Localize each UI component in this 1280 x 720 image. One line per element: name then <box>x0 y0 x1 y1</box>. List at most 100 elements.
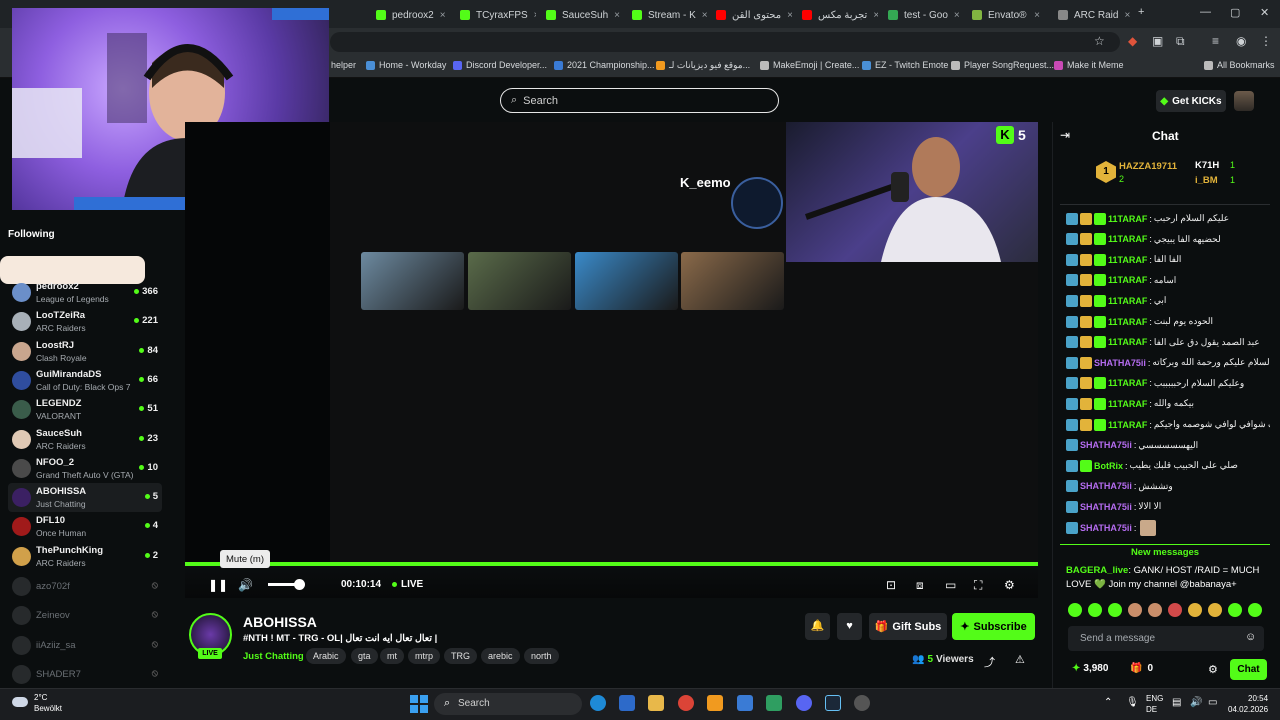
windows-start-icon[interactable] <box>410 695 428 713</box>
sidebar-channel-item[interactable]: LoostRJ Clash Royale 84 <box>8 337 162 366</box>
app-icon[interactable] <box>854 695 870 711</box>
sidebar-channel-item[interactable]: LEGENDZ VALORANT 51 <box>8 395 162 424</box>
close-tab-icon[interactable]: × <box>1124 10 1130 21</box>
get-kicks-button[interactable]: ◆ Get KICKs <box>1156 90 1226 112</box>
chat-input[interactable]: Send a message <box>1068 626 1264 651</box>
bookmark-item[interactable]: Home - Workday <box>366 60 446 70</box>
new-messages-divider[interactable]: New messages <box>1060 544 1270 558</box>
outlook-icon[interactable] <box>619 695 635 711</box>
chrome-icon[interactable] <box>678 695 694 711</box>
minimize-icon[interactable]: — <box>1200 6 1211 18</box>
report-icon[interactable]: ⚠ <box>1015 653 1025 666</box>
app-icon[interactable] <box>737 695 753 711</box>
browser-tab[interactable]: Stream - K × <box>624 4 708 26</box>
search-input[interactable]: ⌕ Search <box>500 88 779 113</box>
star-icon[interactable]: ☆ <box>1094 34 1105 48</box>
close-tab-icon[interactable]: × <box>1034 10 1040 21</box>
clock[interactable]: 20:54 04.02.2026 <box>1228 693 1268 715</box>
sidebar-channel-item[interactable]: DFL10 Once Human 4 <box>8 512 162 541</box>
close-tab-icon[interactable]: × <box>614 10 620 21</box>
sidebar-channel-item-offline[interactable]: SHADER7 ⦸ <box>8 660 162 689</box>
chat-username[interactable]: 11TARAF <box>1108 296 1147 306</box>
extension-icon[interactable]: ▣ <box>1152 34 1163 48</box>
close-tab-icon[interactable]: × <box>787 10 792 21</box>
browser-tab[interactable]: test - Goo × <box>880 4 964 26</box>
new-tab-button[interactable]: + <box>1138 6 1144 18</box>
battery-icon[interactable]: ▭ <box>1208 697 1217 708</box>
browser-tab[interactable]: ARC Raid × <box>1050 4 1134 26</box>
chat-username[interactable]: 11TARAF <box>1108 337 1147 347</box>
discord-icon[interactable] <box>796 695 812 711</box>
volume-icon[interactable]: 🔊 <box>1190 697 1202 708</box>
chat-username[interactable]: SHATHA75ii <box>1080 502 1132 512</box>
bookmark-item[interactable]: Player SongRequest... <box>951 60 1054 70</box>
taskbar-search[interactable]: Search <box>434 693 582 715</box>
fullscreen-icon[interactable]: ⛶ <box>974 578 982 593</box>
network-icon[interactable]: ▤ <box>1172 697 1181 708</box>
chat-username[interactable]: 11TARAF <box>1108 399 1147 409</box>
emote-icon[interactable] <box>1228 603 1242 617</box>
chat-username[interactable]: BotRix <box>1094 461 1123 471</box>
steam-icon[interactable] <box>825 695 841 711</box>
sidebar-channel-item[interactable]: GuiMirandaDS Call of Duty: Black Ops 7 66 <box>8 366 162 395</box>
chat-username[interactable]: SHATHA75ii <box>1080 481 1132 491</box>
sidebar-channel-item-offline[interactable]: iiAziiz_sa ⦸ <box>8 631 162 660</box>
leaderboard-user[interactable]: HAZZA19711 <box>1119 161 1177 172</box>
clip-icon[interactable]: ⊡ <box>886 578 896 592</box>
emoji-icon[interactable]: ☺ <box>1245 631 1256 643</box>
emote-icon[interactable] <box>1188 603 1202 617</box>
chat-username[interactable]: SHATHA75ii <box>1080 440 1132 450</box>
stream-tag[interactable]: gta <box>351 648 378 664</box>
close-tab-icon[interactable]: × <box>440 10 446 21</box>
leaderboard-user[interactable]: i_BM <box>1195 175 1218 186</box>
media-icon[interactable]: ≡ <box>1212 34 1219 48</box>
app-icon[interactable] <box>707 695 723 711</box>
chat-username[interactable]: SHATHA75ii <box>1094 358 1146 368</box>
bookmark-item[interactable]: 2021 Championship... <box>554 60 655 70</box>
sidebar-channel-item[interactable]: LooTZeiRa ARC Raiders 221 <box>8 307 162 336</box>
browser-tab[interactable]: محتوى القن × <box>708 4 792 26</box>
close-tab-icon[interactable]: × <box>954 10 960 21</box>
collapse-chat-icon[interactable]: ⇥ <box>1060 128 1070 142</box>
follow-heart-button[interactable]: ♥ <box>837 613 862 640</box>
emote-icon[interactable] <box>1168 603 1182 617</box>
emote-icon[interactable] <box>1068 603 1082 617</box>
bookmark-item[interactable]: helper <box>331 60 356 70</box>
chat-username[interactable]: 11TARAF <box>1108 420 1147 430</box>
sidebar-channel-item[interactable]: SauceSuh ARC Raiders 23 <box>8 425 162 454</box>
menu-kebab-icon[interactable]: ⋮ <box>1260 34 1272 48</box>
stream-tag[interactable]: TRG <box>444 648 477 664</box>
chat-settings-icon[interactable]: ⚙ <box>1208 663 1218 676</box>
sidebar-channel-item[interactable]: ABOHISSA Just Chatting 5 <box>8 483 162 513</box>
extension-icon[interactable]: ◆ <box>1128 34 1137 48</box>
app-icon[interactable] <box>766 695 782 711</box>
stream-tag[interactable]: north <box>524 648 559 664</box>
close-tab-icon[interactable]: × <box>702 10 708 21</box>
bookmark-item[interactable]: موقع فيو ديزيانات لـ... <box>656 60 750 71</box>
chat-username[interactable]: 11TARAF <box>1108 317 1147 327</box>
tray-chevron-icon[interactable]: ⌃ <box>1104 697 1112 708</box>
folder-icon[interactable] <box>648 695 664 711</box>
bookmark-item[interactable]: EZ - Twitch Emote <box>862 60 948 70</box>
sidebar-channel-item-offline[interactable]: Zeineov ⦸ <box>8 601 162 630</box>
chat-username[interactable]: 11TARAF <box>1108 214 1147 224</box>
browser-tab[interactable]: pedroox2 × <box>368 4 452 26</box>
chat-username[interactable]: 11TARAF <box>1108 255 1147 265</box>
sidebar-channel-item[interactable]: ThePunchKing ARC Raiders 2 <box>8 542 162 571</box>
mic-icon[interactable]: 🎙 <box>1126 697 1139 708</box>
gift-subs-button[interactable]: 🎁 Gift Subs <box>869 613 947 640</box>
browser-tab[interactable]: TCyraxFPS × <box>452 4 536 26</box>
bookmark-item[interactable]: MakeEmoji | Create... <box>760 60 859 70</box>
volume-knob[interactable] <box>294 579 305 590</box>
close-tab-icon[interactable]: × <box>873 10 878 21</box>
emote-icon[interactable] <box>1148 603 1162 617</box>
emote-icon[interactable] <box>1248 603 1262 617</box>
send-chat-button[interactable]: Chat <box>1230 659 1267 680</box>
gift-count[interactable]: 🎁 0 <box>1130 663 1153 674</box>
notification-bell-button[interactable]: 🔔 <box>805 613 830 640</box>
sidebar-channel-item[interactable]: NFOO_2 Grand Theft Auto V (GTA) 10 <box>8 454 162 483</box>
chat-username[interactable]: 11TARAF <box>1108 275 1147 285</box>
close-window-icon[interactable]: ✕ <box>1260 6 1269 19</box>
sidebar-channel-item-offline[interactable]: azo702f ⦸ <box>8 572 162 601</box>
emote-icon[interactable] <box>1208 603 1222 617</box>
